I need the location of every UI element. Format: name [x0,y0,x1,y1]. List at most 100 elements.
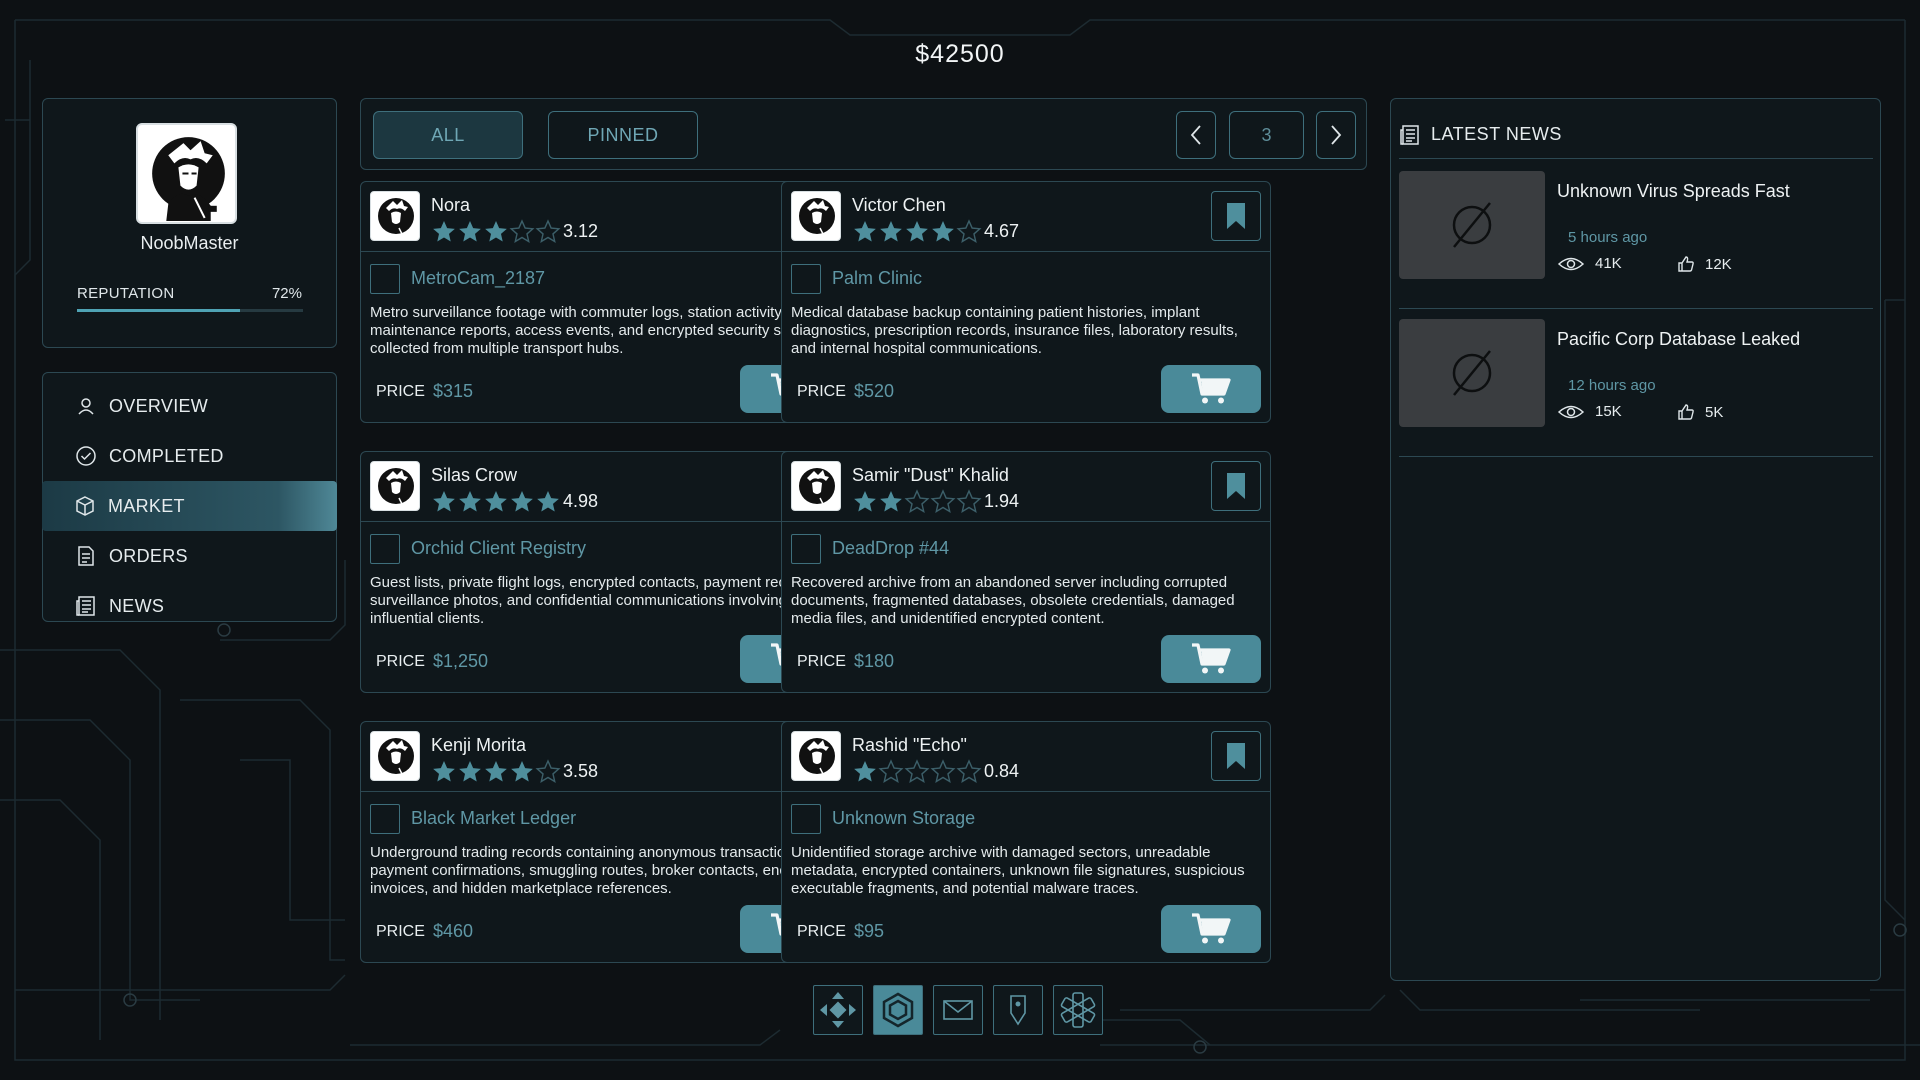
select-checkbox[interactable] [370,804,400,834]
add-to-cart-button[interactable] [1161,365,1261,413]
bottom-dock [813,985,1107,1037]
seller-name: Rashid "Echo" [852,735,967,755]
listing-card: Rashid "Echo" 0.84 Unknown Storage Unidenti… [781,721,1271,963]
nav-item-market[interactable]: MARKET [42,481,337,531]
user-icon [75,395,97,417]
hacker-avatar-icon [799,198,835,239]
nav-label: OVERVIEW [109,395,209,416]
price-label: PRICE [797,653,846,670]
page-prev-button[interactable] [1176,111,1216,159]
hacker-avatar-icon [799,738,835,779]
bookmark-button[interactable] [1211,461,1261,511]
cart-icon [1192,373,1231,404]
price-label: PRICE [797,923,846,940]
news-likes[interactable]: 5K [1677,403,1723,421]
star-filled-icon [459,221,481,242]
listing-title: Orchid Client Registry [411,538,587,558]
nav-item-completed[interactable]: COMPLETED [43,431,336,481]
market-panel: ALL PINNED 3 Nora 3.12 MetroCam_2187 Metro … [360,98,1367,981]
nav-label: COMPLETED [109,445,224,466]
check-circle-icon [75,445,97,467]
avatar [136,123,237,224]
market-toolbar: ALL PINNED 3 [360,98,1367,170]
profile-panel: NoobMaster REPUTATION 72% [42,98,337,348]
price-label: PRICE [376,653,425,670]
price-value: $1,250 [433,651,489,671]
star-filled-icon [906,221,928,242]
nav-label: NEWS [109,595,165,616]
add-to-cart-button[interactable] [1161,905,1261,953]
hacker-avatar-icon [378,198,414,239]
empty-image-icon [1452,350,1492,396]
price-value: $95 [854,921,885,941]
seller-rating: 1.94 [852,489,1019,513]
listing-title: Unknown Storage [832,808,976,828]
newspaper-icon [75,595,97,617]
seller-rating: 4.98 [431,489,598,513]
seller-name: Victor Chen [852,195,946,215]
tab-pinned[interactable]: PINNED [548,111,698,159]
page-next-button[interactable] [1316,111,1356,159]
thumbs-up-icon [1678,404,1694,420]
star-filled-icon [932,221,954,242]
eye-icon [1557,257,1585,270]
bookmark-button[interactable] [1211,191,1261,241]
star-filled-icon [854,491,876,512]
news-views: 41K [1557,255,1622,272]
listing-title: Palm Clinic [832,268,923,288]
map-pin-icon [1010,995,1026,1026]
hacker-avatar-icon [378,738,414,779]
bookmark-button[interactable] [1211,731,1261,781]
nav-item-overview[interactable]: OVERVIEW [43,381,336,431]
listing-card: Victor Chen 4.67 Palm Clinic Medical databa… [781,181,1271,423]
price-label: PRICE [376,383,425,400]
news-likes-count: 12K [1705,255,1732,273]
add-to-cart-button[interactable] [1161,635,1261,683]
balance-display: $42500 [915,40,1005,68]
select-checkbox[interactable] [370,264,400,294]
dock-map-pin-button[interactable] [993,985,1043,1035]
tab-all[interactable]: ALL [373,111,523,159]
seller-name: Silas Crow [431,465,518,485]
star-filled-icon [485,761,507,782]
news-header: LATEST NEWS [1399,111,1873,159]
star-filled-icon [459,761,481,782]
star-filled-icon [854,761,876,782]
seller-name: Nora [431,195,471,215]
dock-hexagon-button[interactable] [873,985,923,1035]
select-checkbox[interactable] [370,534,400,564]
news-item[interactable]: Unknown Virus Spreads Fast 5 hours ago 4… [1399,161,1873,309]
page-number[interactable]: 3 [1229,111,1304,159]
select-checkbox[interactable] [791,534,821,564]
newspaper-icon [1400,124,1419,145]
star-empty-icon [509,219,535,243]
select-checkbox[interactable] [791,804,821,834]
star-empty-icon [930,759,956,783]
price-value: $180 [854,651,895,671]
listing-description: Recovered archive from an abandoned serv… [791,574,1235,627]
nav-item-news[interactable]: NEWS [43,581,336,631]
star-empty-icon [535,759,561,783]
news-time: 5 hours ago [1568,229,1648,246]
dock-directions-button[interactable] [813,985,863,1035]
star-filled-icon [880,221,902,242]
document-icon [75,545,97,567]
nav-item-orders[interactable]: ORDERS [43,531,336,581]
news-likes-count: 5K [1705,403,1724,421]
news-likes[interactable]: 12K [1677,255,1732,273]
hacker-avatar-icon [378,468,414,509]
dock-medical-button[interactable] [1053,985,1103,1035]
star-filled-icon [433,221,455,242]
price-label: PRICE [797,383,846,400]
news-item[interactable]: Pacific Corp Database Leaked 12 hours ag… [1399,309,1873,457]
rating-value: 4.98 [563,490,599,511]
dock-mail-button[interactable] [933,985,983,1035]
select-checkbox[interactable] [791,264,821,294]
price-value: $520 [854,381,895,401]
nav-label: ORDERS [109,545,188,566]
star-filled-icon [854,221,876,242]
listing-description: Medical database backup containing patie… [791,304,1238,357]
listing-description: Metro surveillance footage with commuter… [370,304,842,357]
news-thumbnail [1399,171,1545,279]
seller-avatar [370,461,420,511]
